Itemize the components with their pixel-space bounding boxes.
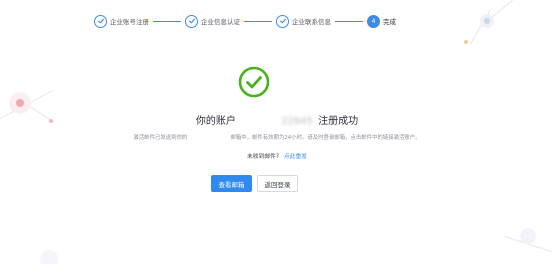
step-contact-info: 企业联系信息 xyxy=(276,11,331,31)
decor-dot xyxy=(16,99,24,107)
step-progress: 企业账号注册 企业信息认证 企业联系信息 4 完成 xyxy=(94,11,396,31)
check-circle-icon xyxy=(238,66,270,98)
step-label: 企业联系信息 xyxy=(292,18,331,26)
step-label: 企业信息认证 xyxy=(201,18,240,26)
masked-email xyxy=(187,135,230,141)
back-to-login-button[interactable]: 返回登录 xyxy=(257,175,298,192)
title-prefix: 你的账户 xyxy=(195,116,236,127)
step-info-verify: 企业信息认证 xyxy=(185,11,240,31)
step-connector xyxy=(153,20,181,22)
activation-description: 激活邮件已发送到你的 邮箱中，邮件有效期为24小时。请及时登录邮箱，点击邮件中的… xyxy=(0,133,554,141)
check-icon xyxy=(94,14,107,28)
success-title: 你的账户 22845 注册成功 xyxy=(0,112,554,127)
check-icon xyxy=(185,14,198,28)
step-connector xyxy=(244,20,272,22)
step-connector xyxy=(335,20,363,22)
step-label: 企业账号注册 xyxy=(110,18,149,26)
desc-suffix: 邮箱中，邮件有效期为24小时。请及时登录邮箱，点击邮件中的链接激活账户。 xyxy=(230,135,421,141)
decor-line xyxy=(488,0,535,21)
step-account-register: 企业账号注册 xyxy=(94,11,149,31)
view-email-button[interactable]: 查看邮箱 xyxy=(211,175,252,192)
step-label: 完成 xyxy=(383,18,396,26)
desc-prefix: 激活邮件已发送到你的 xyxy=(133,135,188,141)
decor-dot xyxy=(464,40,468,44)
resend-question: 未收到邮件? xyxy=(246,154,279,160)
masked-account: 22845 xyxy=(241,116,313,127)
step-number-badge: 4 xyxy=(367,14,380,28)
check-icon xyxy=(276,14,289,28)
decor-dot xyxy=(484,18,490,24)
title-suffix: 注册成功 xyxy=(318,116,359,127)
decor-dot xyxy=(40,250,58,264)
decor-dot xyxy=(520,228,536,244)
resend-link[interactable]: 点此重发 xyxy=(284,154,307,160)
registration-success-page: 企业账号注册 企业信息认证 企业联系信息 4 完成 你的账户 22845 注册成… xyxy=(0,0,554,264)
resend-row: 未收到邮件? 点此重发 xyxy=(0,151,554,160)
step-finish: 4 完成 xyxy=(367,11,396,31)
